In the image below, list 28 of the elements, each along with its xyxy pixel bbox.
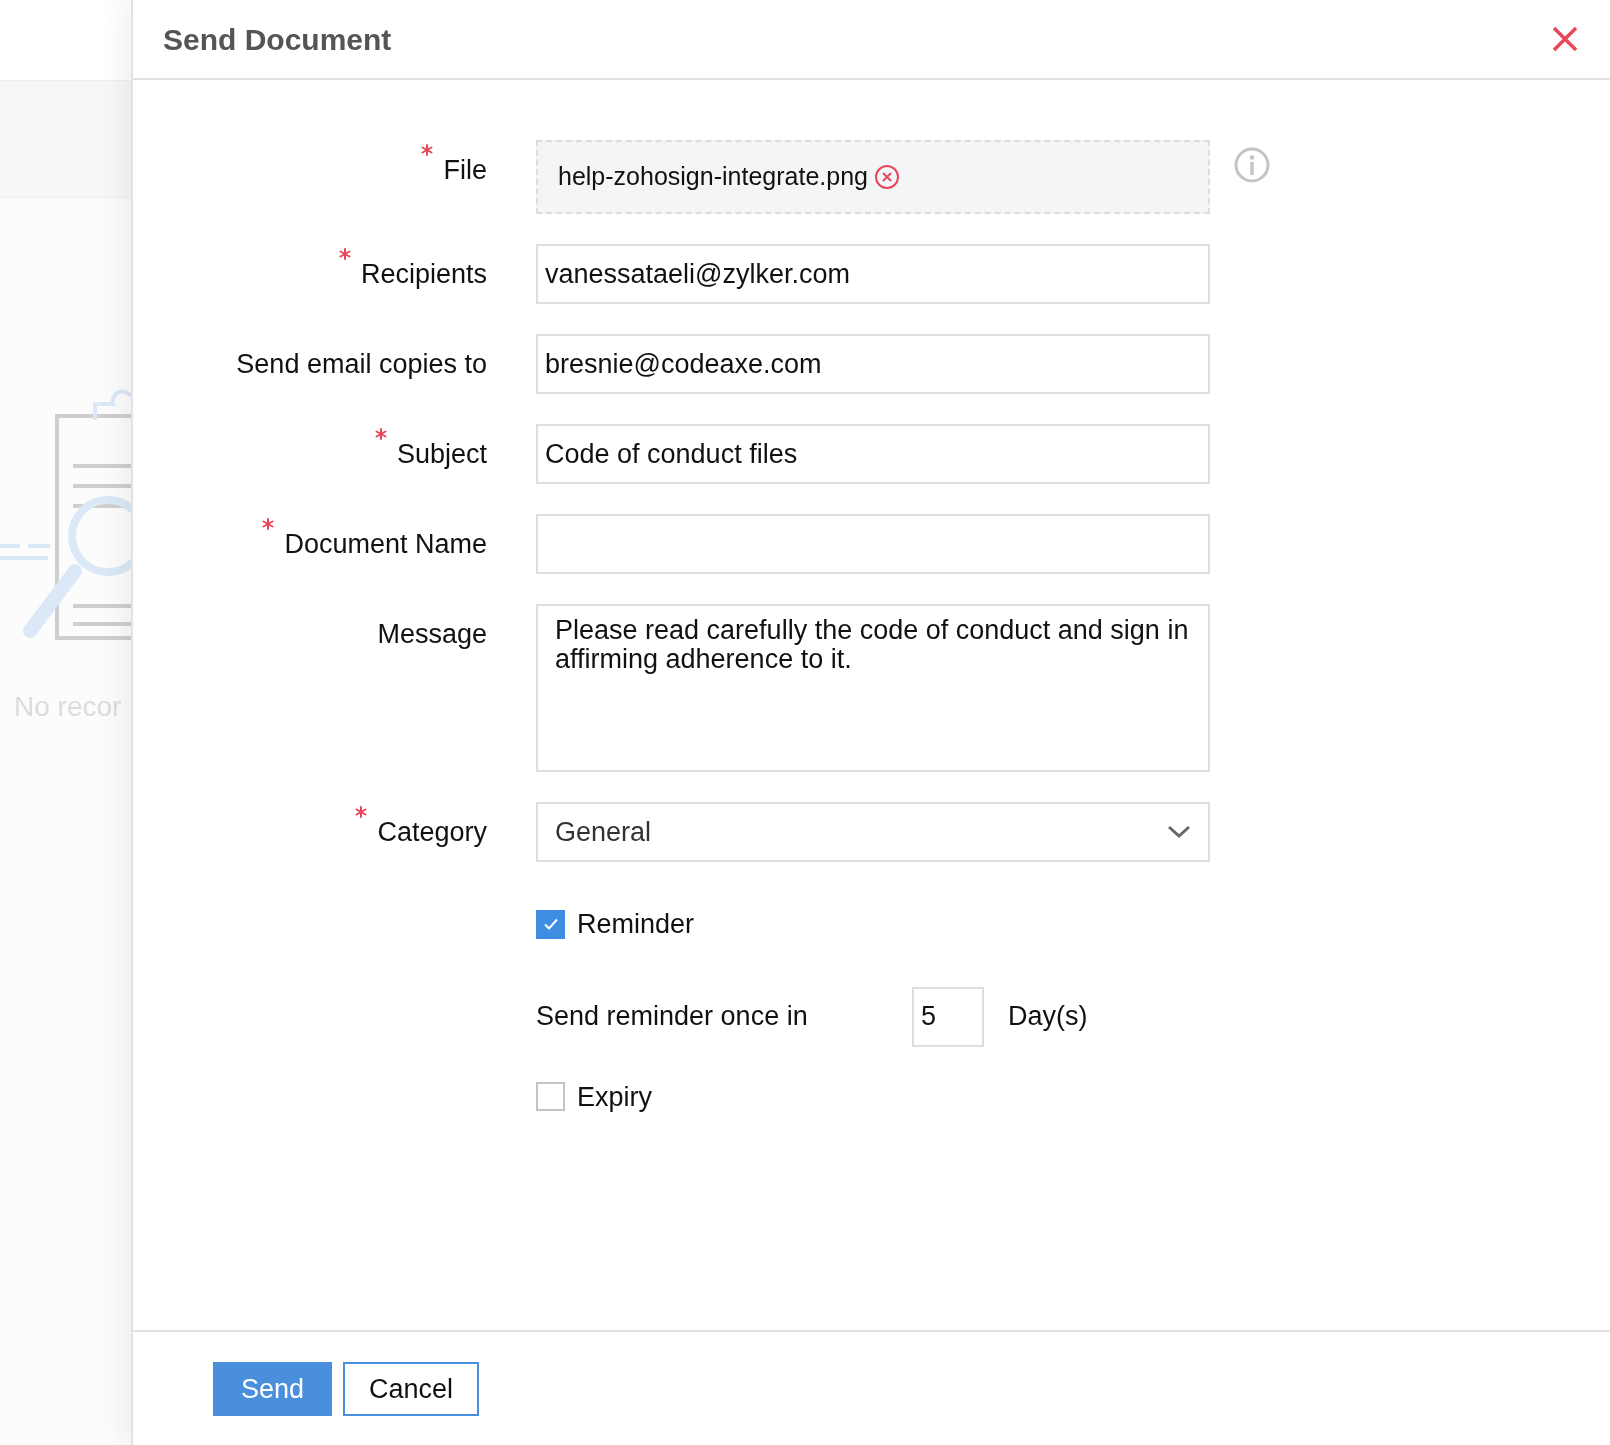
field-label: Recipients [360, 258, 487, 291]
reminder-label: Send reminder once in [536, 1000, 809, 1034]
field-label: File [443, 154, 487, 187]
input-field[interactable]: Code of conduct files [536, 424, 1210, 484]
chevron-down-icon [1167, 825, 1191, 839]
checkbox[interactable] [536, 909, 565, 939]
field-label: Message [377, 618, 487, 651]
category-dropdown[interactable]: General [536, 802, 1210, 862]
days-unit: Day(s) [1008, 1000, 1088, 1034]
cancel-button[interactable]: Cancel [343, 1362, 480, 1416]
file-name: help-zohosign-integrate.png [558, 161, 868, 193]
input-field[interactable]: bresnie@codeaxe.com [536, 334, 1210, 394]
checkbox[interactable] [536, 1082, 565, 1112]
checkbox-label: Expiry [577, 1080, 652, 1114]
message-textarea[interactable]: Please read carefully the code of conduct and sign in affirming adherence to it. [536, 604, 1210, 772]
input-field[interactable] [536, 514, 1210, 574]
remove-icon[interactable] [873, 164, 900, 190]
dialog-title: Send Document [163, 21, 392, 58]
file-drop-area[interactable]: help-zohosign-integrate.png [536, 140, 1210, 214]
info-icon[interactable] [1234, 147, 1270, 183]
days-input[interactable]: 5 [912, 986, 984, 1047]
field-label: Subject [396, 438, 487, 471]
close-icon[interactable] [1552, 26, 1578, 52]
field-label: Document Name [284, 528, 487, 561]
field-label: Send email copies to [236, 348, 487, 381]
field-label: Category [377, 816, 487, 849]
checkbox-label: Reminder [577, 908, 695, 941]
input-field[interactable]: vanessataeli@zylker.com [536, 244, 1210, 304]
